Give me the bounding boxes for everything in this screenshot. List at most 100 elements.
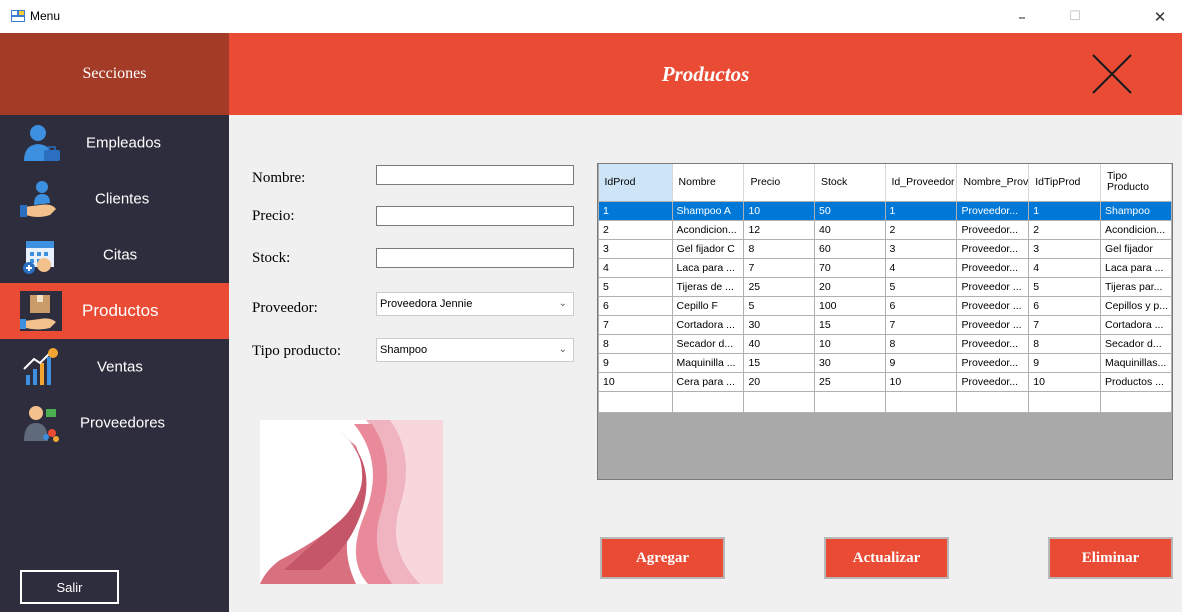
table-cell[interactable]: Maquinillas... xyxy=(1100,352,1172,373)
table-cell[interactable]: Proveedor... xyxy=(956,219,1030,240)
products-grid[interactable]: IdProd Nombre Precio Stock Id_Proveedor Nombr… xyxy=(597,163,1173,480)
table-cell[interactable]: Laca para ... xyxy=(671,257,745,278)
table-cell[interactable]: 5 xyxy=(884,276,958,297)
sidebar-item-citas[interactable]: Citas xyxy=(0,227,229,283)
table-cell[interactable]: 4 xyxy=(884,257,958,278)
column-header[interactable]: IdProd xyxy=(598,164,673,201)
close-icon[interactable] xyxy=(1091,53,1133,95)
column-header[interactable]: Precio xyxy=(743,164,815,201)
table-row[interactable]: 5 Tijeras de ... 25 20 5 Proveedor ... 5 Tijera… xyxy=(598,276,1172,297)
table-cell[interactable]: Acondicion... xyxy=(671,219,745,240)
table-cell[interactable]: 40 xyxy=(814,219,886,240)
sidebar-item-productos[interactable]: Productos xyxy=(0,283,229,339)
table-cell[interactable]: Proveedor... xyxy=(956,352,1030,373)
table-cell[interactable]: 25 xyxy=(743,276,815,297)
table-cell[interactable]: 9 xyxy=(1028,352,1101,373)
table-cell[interactable]: Gel fijador C xyxy=(671,238,745,259)
table-cell[interactable]: Proveedor ... xyxy=(956,295,1030,316)
table-cell[interactable]: Gel fijador xyxy=(1100,238,1172,259)
sidebar-item-proveedores[interactable]: Proveedores xyxy=(0,395,229,451)
table-cell[interactable]: 5 xyxy=(743,295,815,316)
table-cell[interactable]: 10 xyxy=(814,333,886,354)
table-cell[interactable]: Tijeras de ... xyxy=(671,276,745,297)
column-header[interactable]: IdTipProd xyxy=(1028,164,1101,201)
exit-button[interactable]: Salir xyxy=(20,570,119,604)
table-cell[interactable] xyxy=(1028,390,1101,413)
table-row[interactable]: 4 Laca para ... 7 70 4 Proveedor... 4 Laca para… xyxy=(598,257,1172,278)
table-cell[interactable]: 6 xyxy=(884,295,958,316)
table-cell[interactable]: 10 xyxy=(1028,371,1101,392)
table-cell[interactable]: Proveedor ... xyxy=(956,276,1030,297)
table-cell[interactable]: Secador d... xyxy=(671,333,745,354)
table-cell[interactable]: Proveedor... xyxy=(956,371,1030,392)
proveedor-select[interactable]: Proveedora Jennie ⌄ xyxy=(376,292,574,316)
table-cell[interactable]: Cera para ... xyxy=(671,371,745,392)
table-cell[interactable]: Proveedor ... xyxy=(956,314,1030,335)
table-cell[interactable] xyxy=(598,390,673,413)
stock-input[interactable] xyxy=(376,248,574,268)
table-cell[interactable]: 7 xyxy=(1028,314,1101,335)
table-cell[interactable]: 4 xyxy=(1028,257,1101,278)
table-cell[interactable]: Maquinilla ... xyxy=(671,352,745,373)
table-cell[interactable]: 8 xyxy=(743,238,815,259)
table-cell[interactable]: Shampoo xyxy=(1100,200,1172,221)
column-header[interactable]: Id_Proveedor xyxy=(885,164,958,201)
sidebar-item-ventas[interactable]: Ventas xyxy=(0,339,229,395)
update-button[interactable]: Actualizar xyxy=(824,537,949,579)
table-cell[interactable]: 5 xyxy=(1028,276,1101,297)
table-cell[interactable]: Shampoo A xyxy=(671,200,745,221)
sidebar-item-clientes[interactable]: Clientes xyxy=(0,171,229,227)
table-cell[interactable]: Proveedor... xyxy=(956,257,1030,278)
table-cell[interactable]: 8 xyxy=(1028,333,1101,354)
table-cell[interactable]: 10 xyxy=(743,200,815,221)
table-row[interactable]: 8 Secador d... 40 10 8 Proveedor... 8 Secador d… xyxy=(598,333,1172,354)
maximize-button[interactable]: ☐ xyxy=(1053,0,1097,33)
column-header[interactable]: Tipo Producto xyxy=(1100,164,1172,201)
table-cell[interactable]: Acondicion... xyxy=(1100,219,1172,240)
table-row[interactable]: 7 Cortadora ... 30 15 7 Proveedor ... 7 Cortado… xyxy=(598,314,1172,335)
table-cell[interactable]: 30 xyxy=(814,352,886,373)
column-header[interactable]: Nombre_Prov xyxy=(956,164,1030,201)
table-cell[interactable]: Laca para ... xyxy=(1100,257,1172,278)
table-cell[interactable]: Productos ... xyxy=(1100,371,1172,392)
table-cell[interactable]: Proveedor... xyxy=(956,238,1030,259)
table-cell[interactable]: Proveedor... xyxy=(956,333,1030,354)
table-cell[interactable]: 3 xyxy=(1028,238,1101,259)
table-cell[interactable]: 8 xyxy=(884,333,958,354)
table-cell[interactable]: Cortadora ... xyxy=(1100,314,1172,335)
table-cell[interactable]: 4 xyxy=(598,257,673,278)
table-cell[interactable]: 6 xyxy=(598,295,673,316)
precio-input[interactable] xyxy=(376,206,574,226)
table-cell[interactable]: 7 xyxy=(598,314,673,335)
table-cell[interactable]: 1 xyxy=(884,200,958,221)
table-cell[interactable] xyxy=(884,390,958,413)
column-header[interactable]: Stock xyxy=(814,164,886,201)
table-row[interactable]: 3 Gel fijador C 8 60 3 Proveedor... 3 Gel fijad… xyxy=(598,238,1172,259)
table-cell[interactable]: 70 xyxy=(814,257,886,278)
table-cell[interactable]: 2 xyxy=(1028,219,1101,240)
table-cell[interactable]: Cortadora ... xyxy=(671,314,745,335)
table-cell[interactable]: 40 xyxy=(743,333,815,354)
column-header[interactable]: Nombre xyxy=(672,164,745,201)
table-cell[interactable]: 2 xyxy=(884,219,958,240)
table-cell[interactable]: Secador d... xyxy=(1100,333,1172,354)
table-cell[interactable]: 8 xyxy=(598,333,673,354)
table-cell[interactable]: 15 xyxy=(814,314,886,335)
table-cell[interactable]: 9 xyxy=(884,352,958,373)
table-cell[interactable]: Tijeras par... xyxy=(1100,276,1172,297)
table-cell[interactable] xyxy=(671,390,745,413)
table-cell[interactable]: Cepillo F xyxy=(671,295,745,316)
table-cell[interactable]: 60 xyxy=(814,238,886,259)
table-cell[interactable] xyxy=(956,390,1030,413)
table-cell[interactable]: 9 xyxy=(598,352,673,373)
table-cell[interactable]: 25 xyxy=(814,371,886,392)
table-cell[interactable]: Cepillos y p... xyxy=(1100,295,1172,316)
table-cell[interactable]: 3 xyxy=(598,238,673,259)
table-cell[interactable]: 2 xyxy=(598,219,673,240)
table-row[interactable]: 6 Cepillo F 5 100 6 Proveedor ... 6 Cepillos y … xyxy=(598,295,1172,316)
table-cell[interactable]: 10 xyxy=(884,371,958,392)
table-cell[interactable]: 7 xyxy=(884,314,958,335)
table-row[interactable]: 10 Cera para ... 20 25 10 Proveedor... 10 Produ… xyxy=(598,371,1172,392)
table-cell[interactable]: 50 xyxy=(814,200,886,221)
table-row[interactable]: 1 Shampoo A 10 50 1 Proveedor... 1 Shampoo xyxy=(598,200,1172,221)
